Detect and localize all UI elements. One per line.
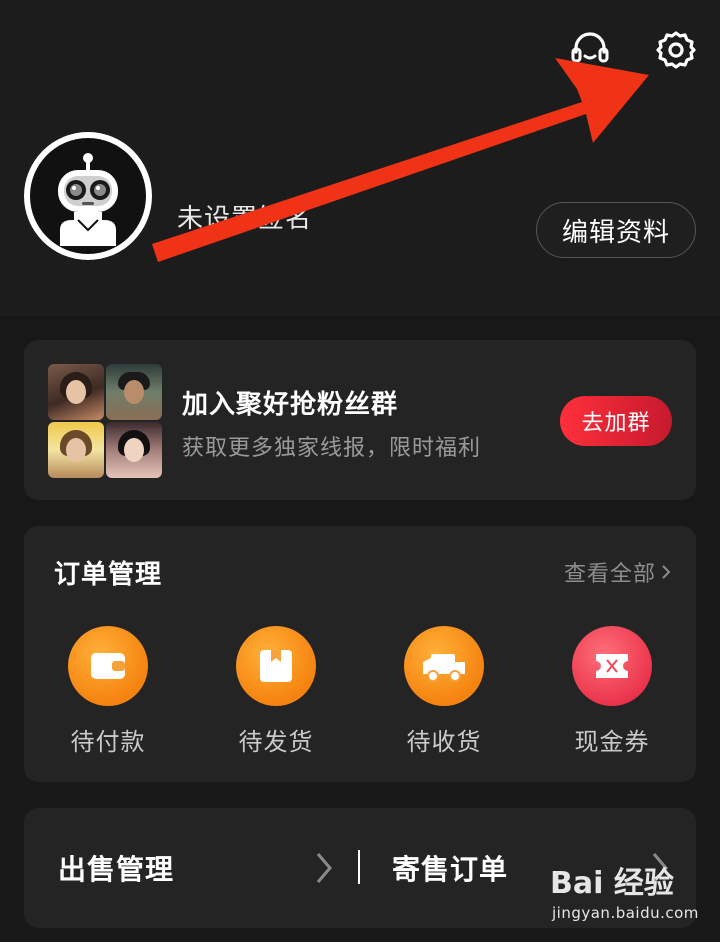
watermark-brand: Bai 经验 <box>550 866 674 901</box>
gear-icon <box>656 31 696 69</box>
consignment-orders-link[interactable]: 寄售订单 <box>392 848 508 888</box>
sales-management-link[interactable]: 出售管理 <box>58 848 174 888</box>
order-pending-receipt[interactable]: 待收货 <box>384 626 504 757</box>
chevron-right-icon <box>662 565 671 579</box>
order-label: 待收货 <box>406 728 482 756</box>
group-member-photo <box>48 364 104 420</box>
chevron-right-icon[interactable] <box>312 850 336 886</box>
order-label: 现金券 <box>574 728 650 756</box>
headset-icon <box>571 32 609 63</box>
watermark-url: jingyan.baidu.com <box>552 904 699 922</box>
truck-icon <box>404 626 484 706</box>
order-management-card: 订单管理 查看全部 待付款 待发货 待收货 现金券 <box>24 526 696 782</box>
package-icon <box>236 626 316 706</box>
view-all-orders-link[interactable]: 查看全部 <box>564 556 672 588</box>
profile-header: 未设置签名 编辑资料 <box>0 0 720 316</box>
vertical-divider <box>358 850 360 884</box>
group-member-photo <box>106 422 162 478</box>
fans-group-subtitle: 获取更多独家线报，限时福利 <box>182 436 482 461</box>
group-member-photo <box>106 364 162 420</box>
view-all-label: 查看全部 <box>563 562 656 587</box>
join-group-button[interactable]: 去加群 <box>560 396 672 446</box>
avatar[interactable] <box>24 132 152 260</box>
baidu-jingyan-watermark: Bai 经验 jingyan.baidu.com <box>550 858 710 928</box>
ticket-icon <box>572 626 652 706</box>
group-member-photo <box>48 422 104 478</box>
order-label: 待付款 <box>70 728 146 756</box>
order-cash-coupon[interactable]: 现金券 <box>552 626 672 757</box>
wallet-icon <box>68 626 148 706</box>
order-label: 待发货 <box>238 728 314 756</box>
signature-text[interactable]: 未设置签名 <box>177 198 312 235</box>
order-pending-payment[interactable]: 待付款 <box>48 626 168 757</box>
fans-group-card[interactable]: 加入聚好抢粉丝群 获取更多独家线报，限时福利 去加群 <box>24 340 696 500</box>
customer-service-button[interactable] <box>568 28 612 72</box>
order-pending-shipment[interactable]: 待发货 <box>216 626 336 757</box>
fans-group-title: 加入聚好抢粉丝群 <box>182 390 399 420</box>
edit-profile-button[interactable]: 编辑资料 <box>536 202 696 258</box>
order-management-title: 订单管理 <box>54 560 163 590</box>
settings-button[interactable] <box>654 28 698 72</box>
robot-avatar-icon <box>58 153 118 246</box>
group-photo-collage <box>48 364 162 478</box>
